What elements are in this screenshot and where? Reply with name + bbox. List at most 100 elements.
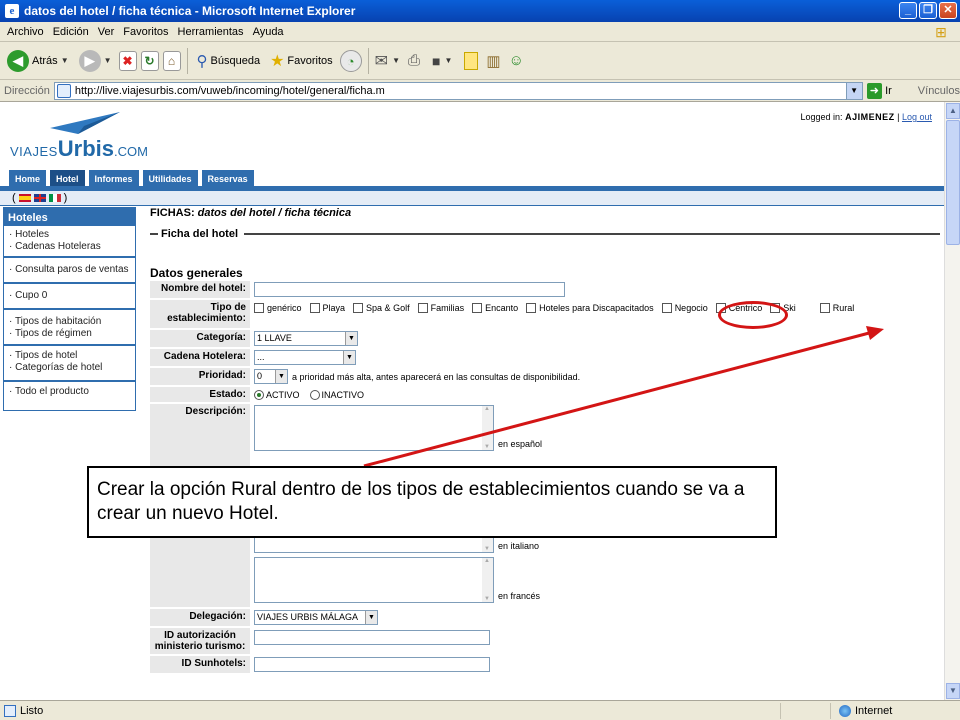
tab-utilidades[interactable]: Utilidades — [141, 169, 199, 186]
search-label: Búsqueda — [210, 54, 261, 67]
menu-archivo[interactable]: Archivo — [4, 26, 50, 38]
address-input[interactable]: http://live.viajesurbis.com/vuweb/incomi… — [53, 81, 863, 100]
back-button[interactable]: ◀ Atrás ▼ — [4, 49, 72, 72]
page-done-icon — [4, 704, 16, 717]
checkbox-spa-golf[interactable] — [353, 303, 364, 313]
forward-button[interactable]: ▶ ▼ — [76, 49, 115, 72]
window-title: datos del hotel / ficha técnica - Micros… — [24, 4, 356, 18]
forward-dropdown-icon[interactable]: ▼ — [104, 56, 112, 65]
tab-home[interactable]: Home — [8, 169, 48, 186]
sidebar-item-todo-producto[interactable]: · Todo el producto — [9, 386, 131, 398]
prioridad-value: 0 — [257, 371, 263, 381]
scroll-up-icon[interactable]: ▲ — [946, 103, 960, 119]
checkbox-discapacitados[interactable] — [526, 303, 537, 313]
mail-dropdown-icon[interactable]: ▼ — [392, 56, 400, 65]
sidebar-group: · Todo el producto — [4, 382, 135, 410]
maximize-icon[interactable]: ❐ — [919, 2, 937, 19]
categoria-value: 1 LLAVE — [257, 333, 292, 343]
label-rural: Rural — [832, 303, 855, 313]
viajes-urbis-logo[interactable]: VIAJESUrbis.COM — [10, 112, 148, 162]
checkbox-generico[interactable] — [254, 303, 264, 313]
textarea-scrollbar[interactable] — [482, 406, 493, 450]
history-icon[interactable]: ◔ — [339, 49, 362, 72]
address-dropdown-icon[interactable]: ▼ — [845, 82, 862, 99]
scroll-thumb[interactable] — [946, 120, 960, 245]
home-icon[interactable]: ⌂ — [162, 50, 181, 71]
radio-activo[interactable] — [254, 389, 264, 400]
edit-icon[interactable]: ■ — [432, 53, 440, 69]
italy-flag-icon[interactable] — [48, 194, 61, 202]
label-nombre: Nombre del hotel: — [150, 281, 250, 298]
sidebar-item-cupo-0[interactable]: · Cupo 0 — [9, 290, 131, 302]
checkbox-encanto[interactable] — [472, 303, 483, 313]
toolbar-separator — [186, 47, 188, 74]
spain-flag-icon[interactable] — [18, 194, 31, 202]
categoria-select[interactable]: 1 LLAVE ▼ — [254, 331, 358, 346]
back-dropdown-icon[interactable]: ▼ — [61, 56, 69, 65]
mail-icon[interactable]: ✉ — [375, 51, 388, 71]
checkbox-playa[interactable] — [309, 303, 320, 313]
nombre-hotel-input[interactable] — [254, 282, 565, 297]
menu-herramientas[interactable]: Herramientas — [175, 26, 250, 38]
uk-flag-icon[interactable] — [33, 194, 46, 202]
label-delegacion: Delegación: — [150, 609, 250, 626]
textarea-scrollbar[interactable] — [482, 558, 493, 602]
id-autorizacion-input[interactable] — [254, 630, 490, 645]
globe-icon — [839, 704, 851, 717]
favorites-button[interactable]: ★ Favoritos — [267, 51, 336, 71]
sidebar-item-cadenas-hoteleras[interactable]: · Cadenas Hoteleras — [9, 241, 131, 253]
note-icon[interactable] — [464, 51, 479, 70]
close-icon[interactable]: ✕ — [939, 2, 957, 19]
row-id-sunhotels: ID Sunhotels: — [150, 656, 940, 673]
label-inactivo: INACTIVO — [321, 389, 365, 400]
logged-separator: | — [897, 112, 900, 122]
go-arrow-icon[interactable]: ➜ — [866, 82, 883, 99]
value-nombre — [250, 281, 569, 298]
address-url: http://live.viajesurbis.com/vuweb/incomi… — [74, 84, 385, 97]
desc-es-wrap: en español — [254, 405, 542, 451]
logout-link[interactable]: Log out — [902, 112, 932, 122]
descripcion-es-textarea[interactable] — [254, 405, 494, 451]
cadena-value: ... — [257, 352, 265, 362]
cadena-select[interactable]: ... ▼ — [254, 350, 356, 365]
page-scrollbar[interactable]: ▲ ▼ — [944, 102, 960, 700]
sidebar-item-hoteles[interactable]: · Hoteles — [9, 229, 131, 241]
radio-inactivo[interactable] — [309, 389, 320, 400]
menu-ver[interactable]: Ver — [95, 26, 121, 38]
sidebar-item-tipos-habitacion[interactable]: · Tipos de habitación — [9, 316, 131, 328]
tab-informes[interactable]: Informes — [87, 169, 140, 186]
refresh-icon[interactable]: ↻ — [140, 50, 159, 71]
delegacion-select[interactable]: VIAJES URBIS MÁLAGA ▼ — [254, 610, 378, 625]
tab-hotel[interactable]: Hotel — [49, 169, 86, 186]
sidebar-item-categorias-hotel[interactable]: · Categorías de hotel — [9, 362, 131, 374]
sidebar-item-tipos-hotel[interactable]: · Tipos de hotel — [9, 350, 131, 362]
prioridad-select[interactable]: 0 ▼ — [254, 369, 288, 384]
tab-reservas[interactable]: Reservas — [200, 169, 255, 186]
checkbox-familias[interactable] — [417, 303, 428, 313]
checkbox-rural[interactable] — [819, 303, 830, 313]
scroll-down-icon[interactable]: ▼ — [946, 683, 960, 699]
print-icon[interactable]: ⎙ — [408, 52, 420, 69]
id-sunhotels-input[interactable] — [254, 657, 490, 672]
status-text: Listo — [20, 704, 44, 717]
logo-part2: Urbis — [57, 136, 115, 161]
menu-ayuda[interactable]: Ayuda — [250, 26, 290, 38]
sidebar-item-tipos-regimen[interactable]: · Tipos de régimen — [9, 328, 131, 340]
menu-favoritos[interactable]: Favoritos — [120, 26, 174, 38]
go-label[interactable]: Ir — [885, 85, 892, 97]
edit-dropdown-icon[interactable]: ▼ — [444, 56, 452, 65]
messenger-icon[interactable]: ☺ — [509, 52, 524, 69]
research-icon[interactable]: ▥ — [486, 52, 500, 70]
minimize-icon[interactable]: _ — [899, 2, 917, 19]
sidebar-item-consulta-paros[interactable]: · Consulta paros de ventas — [9, 264, 131, 276]
row-tipo: Tipo de establecimiento: genérico Playa … — [150, 300, 940, 328]
label-encanto: Encanto — [485, 303, 519, 313]
stop-icon[interactable]: ✖ — [118, 50, 137, 71]
links-label[interactable]: Vínculos — [918, 85, 960, 97]
descripcion-fr-textarea[interactable] — [254, 557, 494, 603]
menu-edicion[interactable]: Edición — [50, 26, 95, 38]
search-button[interactable]: ⚲ Búsqueda — [194, 52, 264, 70]
prioridad-dropdown-icon: ▼ — [275, 370, 287, 383]
lang-es-label: en español — [498, 439, 543, 449]
checkbox-negocio[interactable] — [661, 303, 672, 313]
